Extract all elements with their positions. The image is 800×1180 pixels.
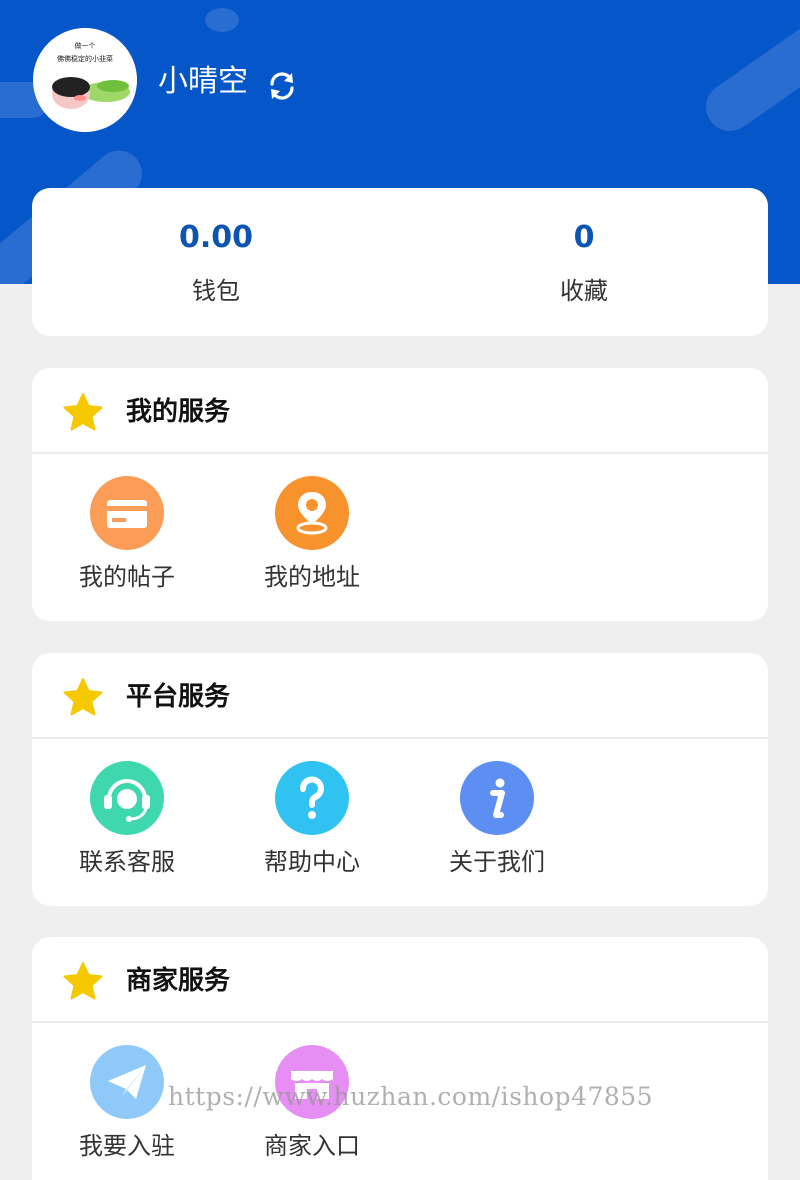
section-header: 商家服务 — [32, 937, 768, 1023]
star-icon — [63, 678, 103, 716]
favorites-count: 0 — [573, 220, 595, 255]
my-services-card: 我的服务 我的帖子 我的地址 — [32, 368, 768, 621]
section-header: 我的服务 — [32, 368, 768, 454]
svg-text:佛佛稳定的小韭菜: 佛佛稳定的小韭菜 — [57, 54, 113, 63]
header-decoration — [696, 3, 800, 141]
item-label: 我的帖子 — [79, 563, 175, 591]
refresh-icon[interactable] — [266, 70, 298, 102]
star-icon — [63, 393, 103, 431]
item-label: 我要入驻 — [79, 1132, 175, 1160]
avatar-image: 做一个 佛佛稳定的小韭菜 — [33, 28, 137, 132]
section-title: 商家服务 — [126, 966, 231, 996]
svg-text:做一个: 做一个 — [75, 41, 96, 50]
watermark: https://www.huzhan.com/ishop47855 — [168, 1082, 654, 1111]
wallet-stat[interactable]: 0.00 钱包 — [116, 188, 316, 336]
merchant-services-card: 商家服务 我要入驻 商家入口 — [32, 937, 768, 1180]
contact-support-button[interactable]: 联系客服 — [69, 741, 209, 901]
favorites-label: 收藏 — [560, 277, 608, 305]
my-posts-button[interactable]: 我的帖子 — [69, 456, 209, 616]
section-title: 平台服务 — [126, 682, 231, 712]
info-icon — [460, 761, 534, 835]
item-label: 我的地址 — [264, 563, 360, 591]
item-label: 联系客服 — [79, 848, 175, 876]
question-icon — [275, 761, 349, 835]
about-us-button[interactable]: 关于我们 — [439, 741, 579, 901]
wallet-label: 钱包 — [192, 277, 240, 305]
section-header: 平台服务 — [32, 653, 768, 739]
paper-plane-icon — [90, 1045, 164, 1119]
my-address-button[interactable]: 我的地址 — [254, 456, 394, 616]
location-pin-icon — [275, 476, 349, 550]
wallet-balance: 0.00 — [178, 220, 254, 255]
item-label: 关于我们 — [449, 848, 545, 876]
header-decoration — [205, 8, 239, 32]
username: 小晴空 — [158, 64, 248, 99]
favorites-stat[interactable]: 0 收藏 — [484, 188, 684, 336]
star-icon — [63, 962, 103, 1000]
platform-services-card: 平台服务 联系客服 帮助中心 关于我们 — [32, 653, 768, 906]
section-title: 我的服务 — [126, 397, 231, 427]
stats-card: 0.00 钱包 0 收藏 — [32, 188, 768, 336]
help-center-button[interactable]: 帮助中心 — [254, 741, 394, 901]
headset-icon — [90, 761, 164, 835]
card-icon — [90, 476, 164, 550]
avatar[interactable]: 做一个 佛佛稳定的小韭菜 — [33, 28, 137, 132]
item-label: 商家入口 — [264, 1132, 360, 1160]
item-label: 帮助中心 — [264, 848, 360, 876]
